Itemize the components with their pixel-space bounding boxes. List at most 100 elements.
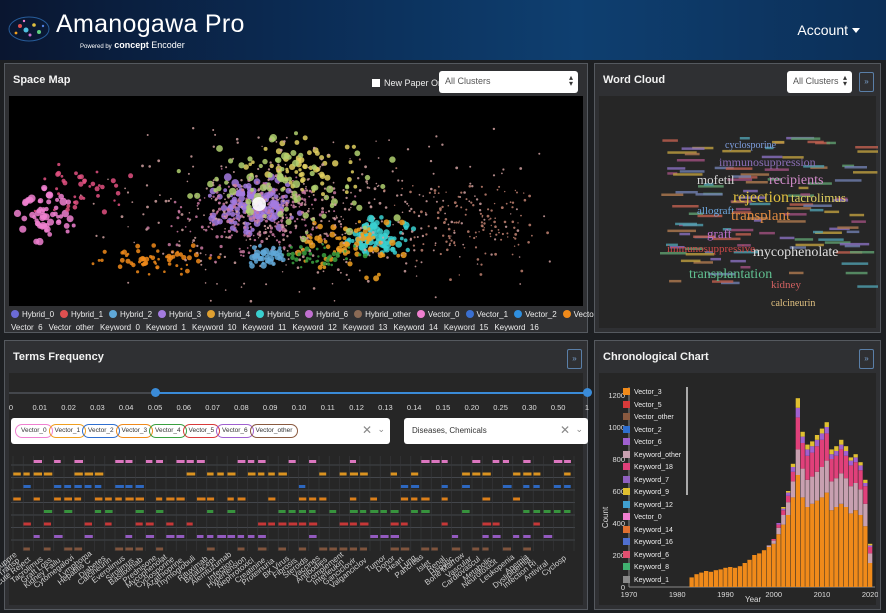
- chrono-legend-item[interactable]: Keyword_7: [623, 475, 681, 488]
- chrono-legend-item[interactable]: Vector_5: [623, 400, 681, 413]
- chrono-legend-item[interactable]: Keyword_12: [623, 500, 681, 513]
- chrono-legend-item[interactable]: Vector_0: [623, 512, 681, 525]
- slider-handle-min[interactable]: [151, 388, 160, 397]
- legend-item[interactable]: Hybrid_6: [305, 310, 348, 319]
- legend-item[interactable]: Hybrid_1: [60, 310, 103, 319]
- scatter-point: [307, 166, 310, 169]
- terms-frequency-expand-button[interactable]: »: [567, 349, 582, 369]
- space-map-cluster-select[interactable]: All Clusters ▴ ▾: [439, 71, 578, 93]
- term-bar: [125, 460, 133, 463]
- legend-swatch: [623, 388, 630, 395]
- checkbox-box[interactable]: [372, 79, 380, 87]
- term-bar: [206, 497, 215, 501]
- legend-item[interactable]: Keyword_0: [100, 323, 140, 331]
- chrono-legend-item[interactable]: Keyword_1: [623, 575, 681, 588]
- legend-item[interactable]: Keyword_11: [243, 323, 287, 331]
- scatter-point: [434, 226, 437, 230]
- legend-item[interactable]: Keyword_15: [444, 323, 488, 331]
- term-bar: [431, 460, 440, 463]
- scatter-point: [528, 194, 531, 198]
- legend-item[interactable]: Keyword_12: [292, 323, 336, 331]
- scatter-point: [303, 203, 307, 206]
- legend-item[interactable]: Keyword_16: [494, 323, 538, 331]
- scatter-plot[interactable]: [9, 96, 585, 304]
- chrono-legend-item[interactable]: Keyword_14: [623, 525, 681, 538]
- space-map-header: Space Map New Paper Only All Clusters ▴ ▾: [5, 64, 587, 96]
- scatter-point: [145, 184, 149, 187]
- vector-tag[interactable]: Vector_other: [249, 424, 299, 438]
- vector-tag[interactable]: Vector_2: [82, 424, 120, 438]
- scatter-point: [82, 196, 86, 200]
- chrono-legend-item[interactable]: Keyword_9: [623, 487, 681, 500]
- legend-item[interactable]: Hybrid_0: [11, 310, 54, 319]
- legend-label: Hybrid_6: [316, 310, 349, 319]
- legend-item[interactable]: Vector_other: [49, 323, 94, 331]
- scatter-point: [366, 182, 369, 185]
- chrono-legend-item[interactable]: Vector_other: [623, 412, 681, 425]
- legend-item[interactable]: Hybrid_other: [354, 310, 411, 319]
- scatter-point: [353, 244, 356, 248]
- space-map-canvas[interactable]: [9, 96, 583, 306]
- chrono-legend-item[interactable]: Vector_3: [623, 387, 681, 400]
- chrono-legend-item[interactable]: Keyword_other: [623, 450, 681, 463]
- scatter-point: [379, 215, 384, 220]
- legend-item[interactable]: Hybrid_4: [207, 310, 250, 319]
- legend-item[interactable]: Vector_2: [514, 310, 557, 319]
- legend-item[interactable]: Keyword_1: [146, 323, 186, 331]
- legend-label: Vector_2: [525, 310, 557, 319]
- vector-tag[interactable]: Vector_5: [182, 424, 221, 438]
- clear-filter-icon[interactable]: ✕: [560, 423, 570, 437]
- scatter-point: [263, 146, 268, 151]
- vector-tag[interactable]: Vector_1: [48, 424, 87, 438]
- clear-tags-icon[interactable]: ✕: [362, 423, 372, 437]
- scatter-point: [500, 238, 503, 241]
- scatter-point: [235, 137, 239, 141]
- chrono-legend-item[interactable]: Keyword_8: [623, 562, 681, 575]
- tags-dropdown-icon[interactable]: ⌄: [377, 424, 385, 435]
- legend-swatch: [623, 475, 630, 483]
- legend-item[interactable]: Keyword_13: [343, 323, 387, 331]
- scatter-point: [224, 289, 227, 291]
- chrono-bar-segment: [819, 428, 825, 434]
- legend-item[interactable]: Vector_6: [11, 323, 43, 331]
- chrono-legend-item[interactable]: Keyword_6: [623, 550, 681, 563]
- legend-item[interactable]: Keyword_14: [393, 323, 437, 331]
- scatter-point: [56, 215, 60, 219]
- vector-tags-input[interactable]: Vector_0 Vector_1 Vector_2 Vector_3 Vector_4…: [11, 418, 390, 444]
- legend-dot: [354, 310, 363, 318]
- legend-scrollbar[interactable]: [686, 387, 688, 495]
- vector-tag[interactable]: Vector_3: [115, 424, 154, 438]
- legend-item[interactable]: Vector_0: [416, 310, 460, 319]
- legend-item[interactable]: Hybrid_2: [109, 310, 152, 319]
- legend-item[interactable]: Vector_1: [465, 310, 508, 319]
- word-cloud-cluster-select[interactable]: All Clusters ▴ ▾: [787, 71, 852, 93]
- new-paper-only-checkbox[interactable]: New Paper Only: [372, 78, 450, 88]
- scatter-point: [281, 233, 285, 237]
- chrono-legend-item[interactable]: Keyword_18: [623, 462, 681, 475]
- filter-dropdown-icon[interactable]: ⌄: [575, 424, 583, 435]
- scatter-point: [420, 248, 424, 252]
- scatter-point: [304, 187, 307, 190]
- chrono-legend-item[interactable]: Vector_6: [623, 437, 681, 450]
- chrono-legend-item[interactable]: Keyword_16: [623, 537, 681, 550]
- legend-item[interactable]: Hybrid_3: [158, 310, 201, 319]
- scatter-point: [453, 201, 457, 204]
- category-filter-select[interactable]: Diseases, Chemicals ✕ ⌄: [404, 418, 588, 444]
- term-bar: [482, 522, 492, 526]
- vector-tag[interactable]: Vector_6: [216, 424, 254, 438]
- term-bar: [441, 460, 448, 463]
- chrono-legend-item[interactable]: Vector_2: [623, 425, 681, 438]
- vector-tag[interactable]: Vector_0: [15, 424, 53, 438]
- word-cloud-expand-button[interactable]: »: [859, 72, 874, 92]
- scatter-point: [401, 211, 404, 214]
- scatter-point: [468, 185, 472, 188]
- threshold-slider-range[interactable]: [155, 392, 587, 394]
- vector-tag[interactable]: Vector_4: [149, 424, 187, 438]
- account-menu[interactable]: Account: [797, 22, 860, 38]
- legend-item[interactable]: Keyword_10: [192, 323, 236, 331]
- slider-handle-max[interactable]: [583, 388, 592, 397]
- term-bar: [125, 497, 134, 501]
- legend-item[interactable]: Hybrid_5: [256, 310, 299, 319]
- chronological-expand-button[interactable]: »: [859, 349, 874, 369]
- scatter-point: [296, 195, 298, 198]
